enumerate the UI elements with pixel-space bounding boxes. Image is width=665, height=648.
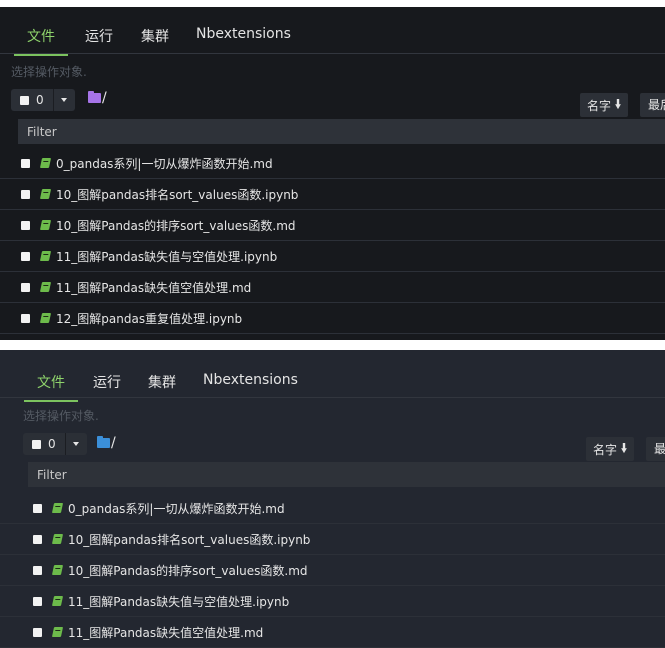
notebook-icon (39, 282, 52, 292)
notebook-icon (39, 220, 52, 230)
file-browser-panel-bottom: 文件 运行 集群 Nbextensions 选择操作对象. 0 / 名字 🠛 最… (0, 350, 665, 648)
list-item[interactable]: 0_pandas系列|一切从爆炸函数开始.md (0, 148, 665, 179)
tab-running[interactable]: 运行 (85, 26, 113, 46)
tab-nbextensions[interactable]: Nbextensions (203, 372, 298, 388)
row-checkbox[interactable] (21, 189, 30, 199)
file-name-link[interactable]: 0_pandas系列|一切从爆炸函数开始.md (56, 155, 273, 172)
file-name-link[interactable]: 10_图解Pandas的排序sort_values函数.md (68, 562, 308, 579)
file-name-link[interactable]: 10_图解pandas排名sort_values函数.ipynb (56, 186, 298, 203)
sort-by-last-modified-button[interactable]: 最后 (640, 93, 665, 117)
tab-bar: 文件 运行 集群 Nbextensions (14, 26, 291, 56)
file-name-link[interactable]: 11_图解Pandas缺失值空值处理.md (56, 279, 251, 296)
sort-by-last-modified-button[interactable]: 最后 (646, 437, 665, 461)
row-checkbox[interactable] (33, 534, 42, 544)
file-name-link[interactable]: 12_图解pandas重复值处理.ipynb (56, 310, 242, 327)
notebook-icon (51, 565, 64, 575)
row-checkbox[interactable] (21, 220, 30, 230)
selection-hint: 选择操作对象. (23, 409, 99, 423)
selected-count: 0 (48, 437, 56, 451)
tab-files[interactable]: 文件 (24, 372, 78, 402)
row-checkbox[interactable] (21, 158, 30, 168)
file-name-link[interactable]: 11_图解Pandas缺失值与空值处理.ipynb (56, 248, 277, 265)
notebook-icon (39, 189, 52, 199)
row-checkbox[interactable] (21, 282, 30, 292)
notebook-icon (39, 251, 52, 261)
list-item[interactable]: 10_图解Pandas的排序sort_values函数.md (0, 555, 665, 586)
select-all-dropdown[interactable]: 0 (11, 89, 75, 111)
tabs-divider (0, 53, 665, 54)
notebook-icon (51, 534, 64, 544)
tab-clusters[interactable]: 集群 (141, 26, 169, 46)
breadcrumb: / (97, 435, 116, 451)
notebook-icon (51, 503, 64, 513)
list-item[interactable]: 11_图解Pandas缺失值与空值处理.ipynb (0, 241, 665, 272)
selected-count: 0 (36, 93, 44, 107)
row-checkbox[interactable] (33, 503, 42, 513)
file-name-link[interactable]: 10_图解pandas排名sort_values函数.ipynb (68, 531, 310, 548)
chevron-down-icon[interactable] (72, 442, 79, 446)
tab-bar: 文件 运行 集群 Nbextensions (24, 372, 298, 402)
row-checkbox[interactable] (33, 596, 42, 606)
notebook-icon (39, 158, 52, 168)
select-all-checkbox[interactable] (20, 95, 29, 105)
filter-input[interactable]: Filter (18, 119, 665, 144)
notebook-icon (51, 627, 64, 637)
selection-hint: 选择操作对象. (11, 65, 87, 79)
breadcrumb: / (88, 90, 107, 106)
list-item[interactable]: 11_图解Pandas缺失值空值处理.md (0, 272, 665, 303)
list-item[interactable]: 12_图解pandas重复值处理.ipynb (0, 303, 665, 334)
row-checkbox[interactable] (33, 565, 42, 575)
folder-icon[interactable] (97, 436, 110, 448)
list-item[interactable]: 11_图解Pandas缺失值空值处理.md (0, 617, 665, 648)
chevron-down-icon[interactable] (60, 98, 67, 102)
tabs-divider (0, 397, 665, 398)
select-all-checkbox[interactable] (32, 439, 41, 449)
file-name-link[interactable]: 0_pandas系列|一切从爆炸函数开始.md (68, 500, 285, 517)
tab-running[interactable]: 运行 (93, 372, 121, 392)
notebook-icon (51, 596, 64, 606)
dropdown-divider (52, 89, 54, 111)
folder-icon[interactable] (88, 91, 101, 103)
tab-files[interactable]: 文件 (14, 26, 68, 56)
file-browser-panel-top: 文件 运行 集群 Nbextensions 选择操作对象. 0 / 名字 🠛 最… (0, 7, 665, 340)
arrow-down-icon: 🠛 (621, 440, 628, 455)
sort-by-name-button[interactable]: 名字 🠛 (586, 437, 635, 461)
row-checkbox[interactable] (33, 627, 42, 637)
select-all-dropdown[interactable]: 0 (23, 433, 87, 455)
list-item[interactable]: 11_图解Pandas缺失值与空值处理.ipynb (0, 586, 665, 617)
file-name-link[interactable]: 11_图解Pandas缺失值与空值处理.ipynb (68, 593, 289, 610)
filter-input[interactable]: Filter (28, 462, 665, 487)
notebook-icon (39, 313, 52, 323)
sort-by-name-label: 名字 (587, 98, 612, 113)
row-checkbox[interactable] (21, 251, 30, 261)
list-item[interactable]: 10_图解Pandas的排序sort_values函数.md (0, 210, 665, 241)
breadcrumb-root[interactable]: / (102, 90, 107, 106)
arrow-down-icon: 🠛 (615, 96, 622, 111)
file-name-link[interactable]: 10_图解Pandas的排序sort_values函数.md (56, 217, 296, 234)
sort-by-name-label: 名字 (593, 442, 618, 457)
row-checkbox[interactable] (21, 313, 30, 323)
file-name-link[interactable]: 11_图解Pandas缺失值空值处理.md (68, 624, 263, 641)
dropdown-divider (64, 433, 66, 455)
tab-clusters[interactable]: 集群 (148, 372, 176, 392)
list-item[interactable]: 10_图解pandas排名sort_values函数.ipynb (0, 524, 665, 555)
list-item[interactable]: 0_pandas系列|一切从爆炸函数开始.md (0, 493, 665, 524)
breadcrumb-root[interactable]: / (111, 435, 116, 451)
list-item[interactable]: 10_图解pandas排名sort_values函数.ipynb (0, 179, 665, 210)
sort-by-name-button[interactable]: 名字 🠛 (580, 93, 629, 117)
tab-nbextensions[interactable]: Nbextensions (196, 26, 291, 42)
